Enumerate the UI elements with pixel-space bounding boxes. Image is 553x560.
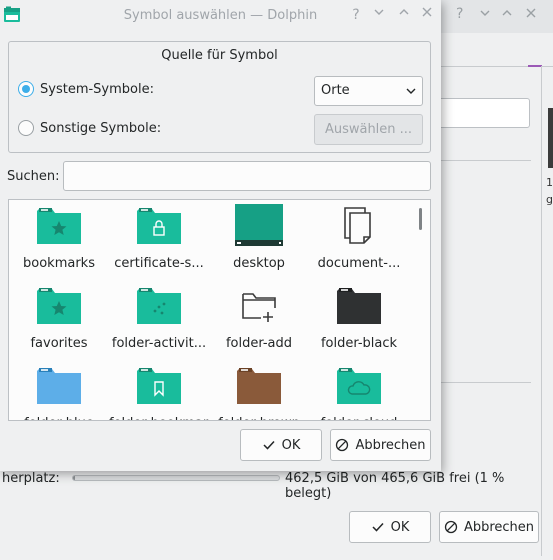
icon-cell-desktop[interactable]: desktop: [209, 200, 309, 280]
system-icons-label: System-Symbole:: [40, 81, 154, 97]
cancel-icon: [336, 438, 349, 452]
checkmark-icon: [372, 522, 384, 532]
icon-cell-favorites[interactable]: favorites: [9, 280, 109, 360]
cancel-button-label: Abbrechen: [463, 519, 535, 535]
cancel-button-label: Abbrechen: [355, 437, 426, 453]
folder-activity-icon: [137, 288, 181, 324]
minimize-icon[interactable]: [478, 6, 492, 24]
icon-label: folder-cloud: [309, 416, 409, 420]
cancel-button[interactable]: Abbrechen: [439, 511, 539, 543]
section-divider: [441, 382, 531, 383]
system-icons-radio-row[interactable]: System-Symbole:: [18, 81, 154, 97]
icon-label: folder-bookmark: [109, 416, 209, 420]
section-divider: [441, 160, 531, 161]
maximize-icon[interactable]: [500, 6, 514, 24]
name-field[interactable]: [430, 98, 530, 128]
chevron-down-icon: [405, 77, 417, 116]
combo-value: Orte: [321, 83, 350, 98]
icon-cell-document[interactable]: document-...: [309, 200, 409, 280]
cancel-button[interactable]: Abbrechen: [330, 429, 431, 461]
icon-chooser-dialog: Symbol auswählen — Dolphin ? Quelle für …: [0, 0, 441, 471]
truncated-text: 1: [546, 176, 553, 189]
icon-cell-certificate-s[interactable]: certificate-s...: [109, 200, 209, 280]
scrollbar[interactable]: [419, 208, 422, 230]
ok-button[interactable]: OK: [349, 511, 431, 543]
checkmark-icon: [263, 440, 275, 450]
icon-cell-folder-activit[interactable]: folder-activit...: [109, 280, 209, 360]
icon-grid[interactable]: bookmarks certificate-s... desktop document…: [8, 199, 431, 421]
search-label: Suchen:: [7, 169, 60, 184]
other-icons-radio-row[interactable]: Sonstige Symbole:: [18, 120, 161, 136]
disk-usage-fill: [73, 476, 76, 480]
preview-thumbnail: [548, 108, 553, 168]
icon-context-combo[interactable]: Orte: [314, 76, 423, 106]
icon-label: document-...: [317, 256, 401, 271]
icon-cell-folder-black[interactable]: folder-black: [309, 280, 409, 360]
icon-label: favorites: [30, 336, 88, 351]
icon-cell-folder-cloud[interactable]: folder-cloud: [309, 360, 409, 420]
maximize-icon[interactable]: [395, 5, 413, 25]
folder-star-icon: [37, 288, 81, 324]
cancel-icon: [444, 520, 458, 534]
disk-usage-bar: [72, 475, 280, 481]
help-icon[interactable]: ?: [347, 5, 365, 25]
ok-button-label: OK: [281, 437, 301, 453]
icon-label: certificate-s...: [114, 256, 204, 271]
folder-add-icon: [242, 293, 276, 322]
icon-cell-folder-bookmark[interactable]: folder-bookmark: [109, 360, 209, 420]
folder-cloud-icon: [337, 368, 381, 404]
icon-label: bookmarks: [23, 256, 95, 271]
other-icons-label: Sonstige Symbole:: [40, 120, 162, 136]
document-icon: [344, 207, 371, 244]
help-icon[interactable]: ?: [456, 6, 463, 22]
icon-cell-folder-blue[interactable]: folder-blue: [9, 360, 109, 420]
ok-button-label: OK: [390, 519, 410, 535]
icon-cell-folder-brown[interactable]: folder-brown: [209, 360, 309, 420]
icon-label: folder-brown: [209, 416, 309, 420]
icon-cell-bookmarks[interactable]: bookmarks: [9, 200, 109, 280]
icon-source-group: Quelle für Symbol System-Symbole: Sonsti…: [8, 41, 431, 153]
disk-space-label: herplatz:: [2, 471, 60, 486]
truncated-text: g: [546, 193, 553, 206]
browse-button[interactable]: Auswählen ...: [314, 114, 423, 145]
search-input[interactable]: [63, 161, 431, 191]
active-tab-indicator: [528, 65, 542, 67]
desktop-icon: [235, 204, 283, 246]
icon-label: folder-black: [320, 336, 398, 351]
folder-blue-icon: [37, 368, 81, 404]
folder-bookmark-icon: [137, 368, 181, 404]
close-icon[interactable]: [524, 6, 538, 24]
icon-label: folder-activit...: [111, 336, 207, 351]
group-title: Quelle für Symbol: [161, 48, 278, 63]
close-icon[interactable]: [418, 5, 436, 25]
icon-label: folder-blue: [9, 416, 109, 420]
folder-lock-icon: [137, 208, 181, 244]
icon-label: folder-add: [225, 336, 293, 351]
folder-black-icon: [337, 288, 381, 324]
minimize-icon[interactable]: [370, 5, 388, 25]
dialog-titlebar: Symbol auswählen — Dolphin ?: [0, 0, 441, 33]
icon-cell-folder-add[interactable]: folder-add: [209, 280, 309, 360]
ok-button[interactable]: OK: [240, 429, 322, 461]
folder-star-icon: [37, 208, 81, 244]
disk-space-text: 462,5 GiB von 465,6 GiB frei (1 % belegt…: [285, 471, 505, 501]
folder-brown-icon: [237, 368, 281, 404]
other-icons-radio[interactable]: [18, 120, 34, 136]
system-icons-radio[interactable]: [18, 81, 34, 97]
icon-label: desktop: [233, 256, 285, 271]
